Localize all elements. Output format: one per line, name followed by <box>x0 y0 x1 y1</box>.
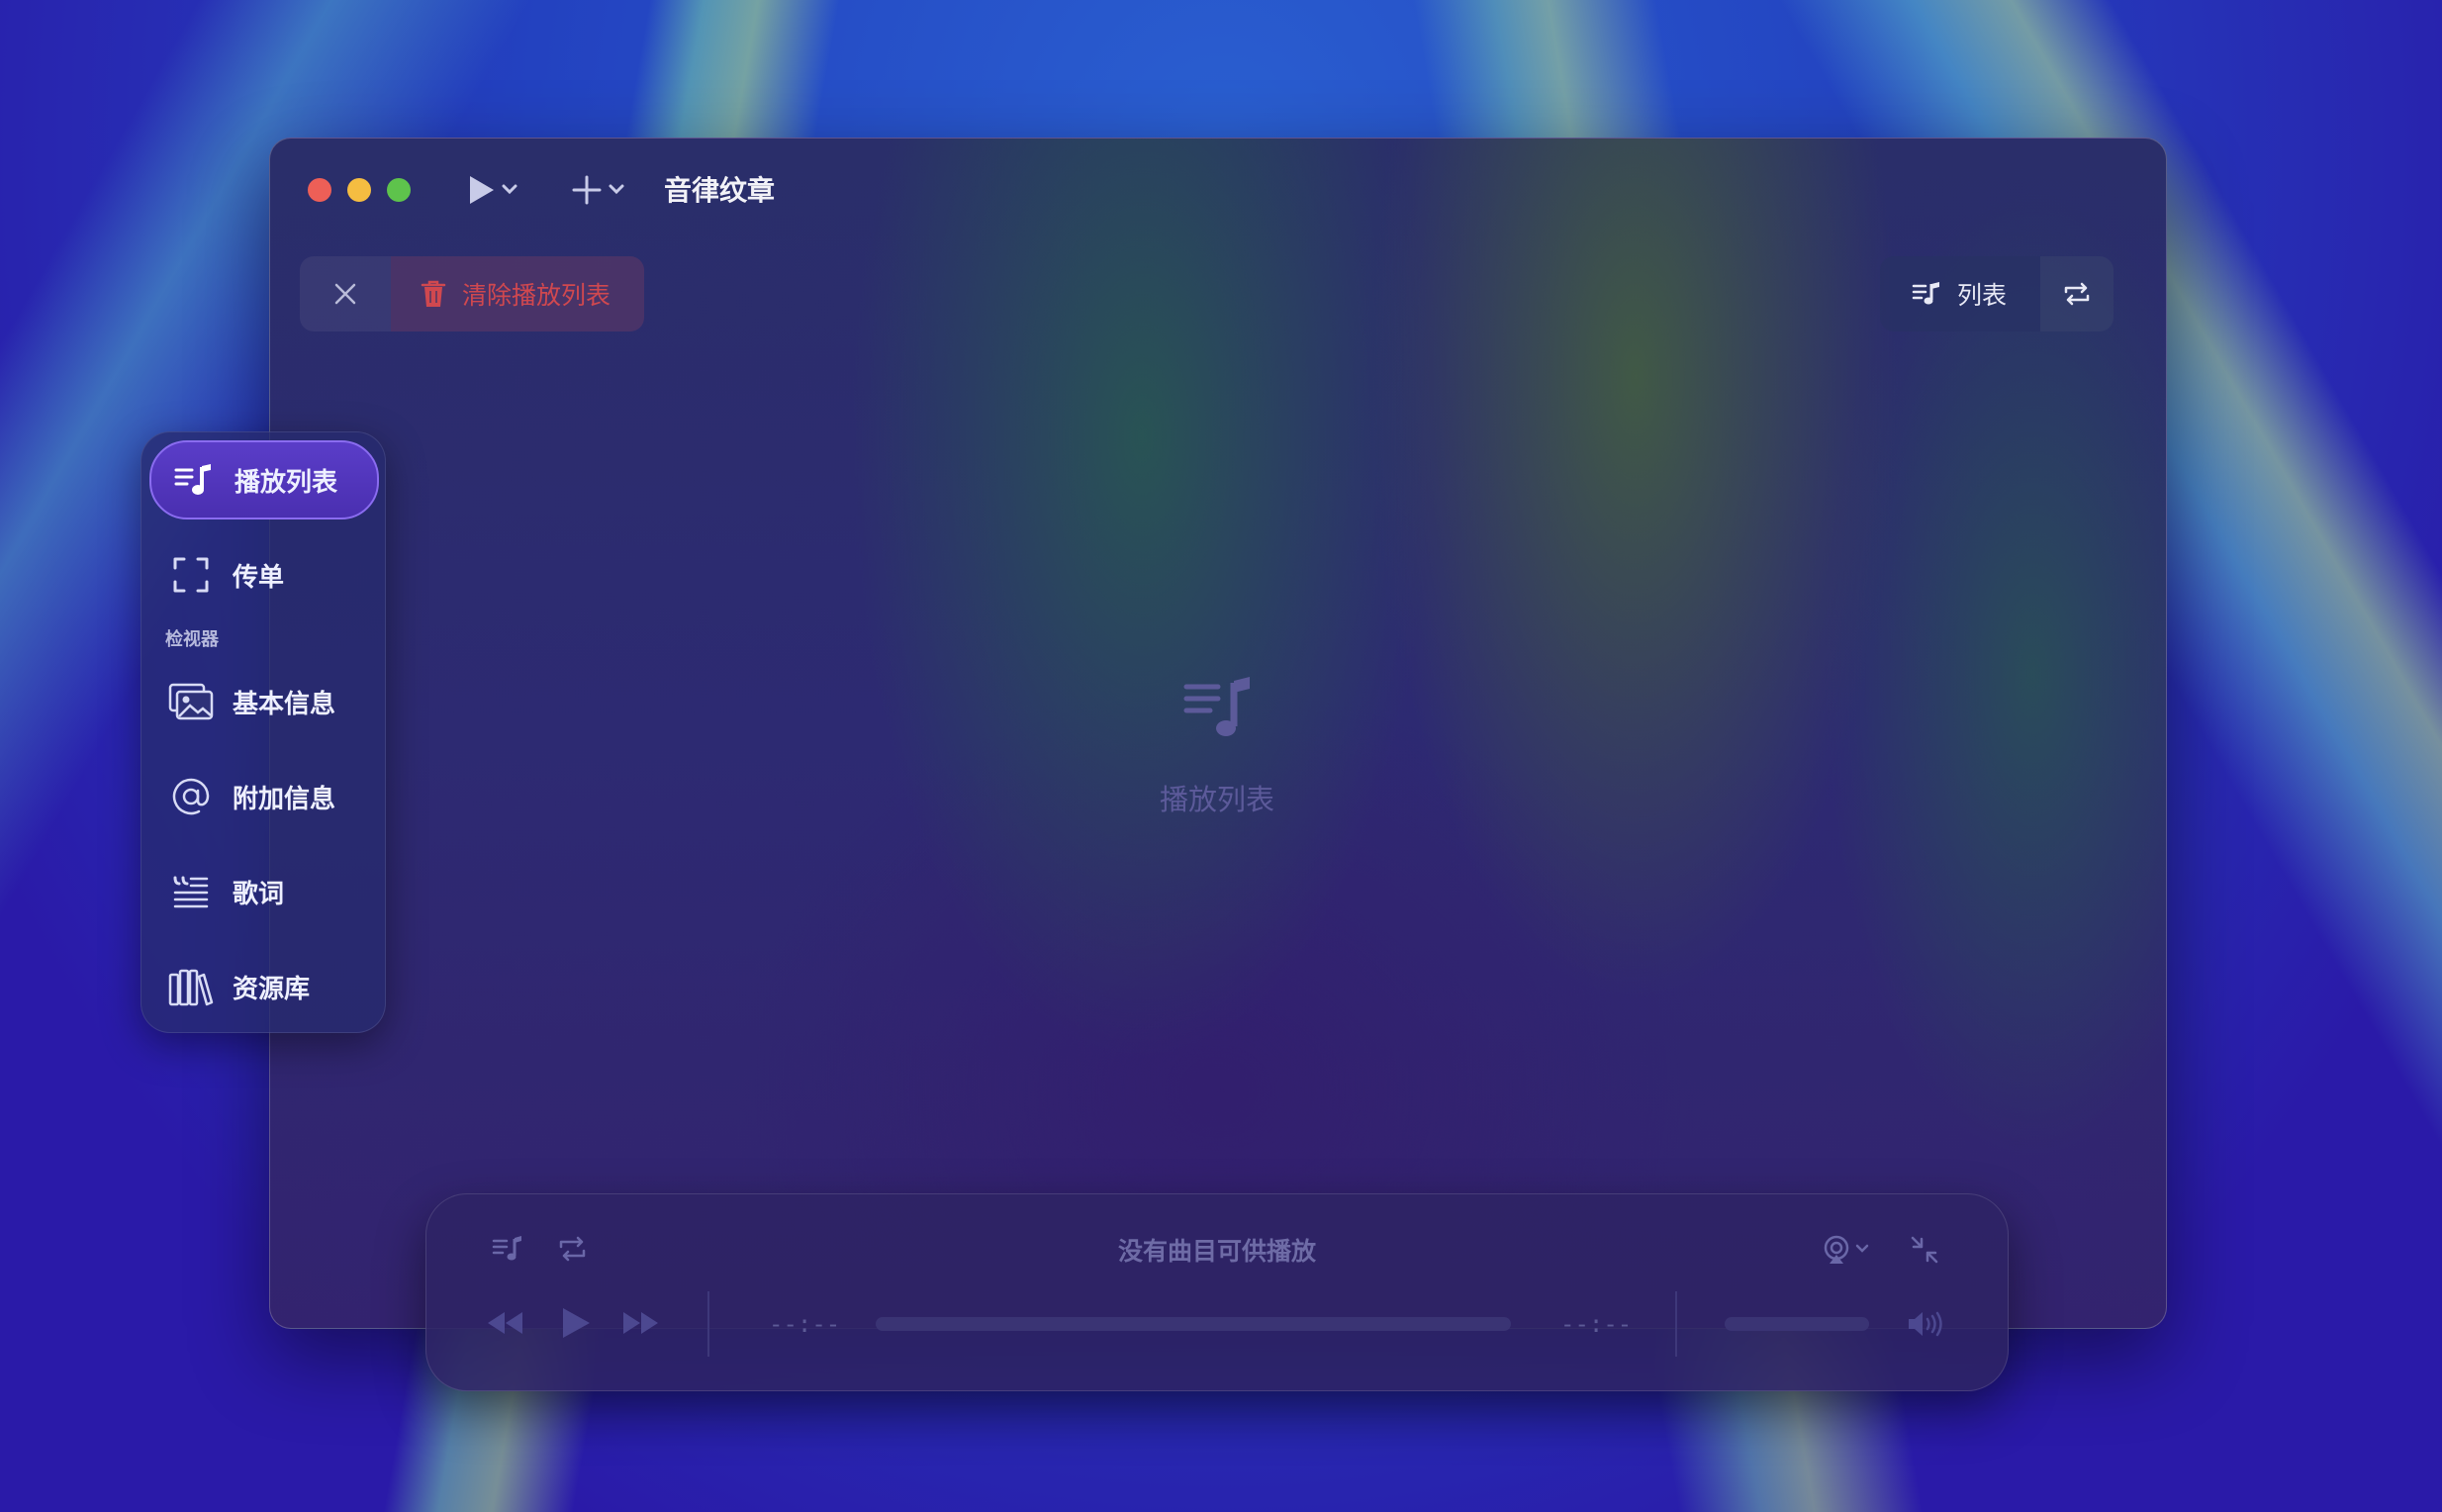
sidebar-item-basic-info[interactable]: 基本信息 <box>149 662 379 741</box>
playlist-icon <box>151 462 235 498</box>
zoom-window-button[interactable] <box>387 178 411 202</box>
clear-playlist-label: 清除播放列表 <box>462 281 611 310</box>
collapse-icon <box>1911 1236 1938 1264</box>
sidebar-item-extra-info[interactable]: 附加信息 <box>149 757 379 836</box>
sidebar-item-label: 附加信息 <box>233 784 336 814</box>
photos-icon <box>149 683 233 720</box>
progress-slider[interactable] <box>876 1317 1511 1331</box>
collapse-player-button[interactable] <box>1909 1234 1940 1270</box>
minimize-window-button[interactable] <box>347 178 371 202</box>
close-window-button[interactable] <box>308 178 331 202</box>
airplay-button[interactable] <box>1822 1234 1877 1270</box>
sidebar-item-label: 资源库 <box>233 974 311 1004</box>
sidebar-item-label: 基本信息 <box>233 689 336 719</box>
repeat-icon <box>2064 282 2090 306</box>
now-playing-status: 没有曲目可供播放 <box>1117 1237 1316 1266</box>
elapsed-time: --:-- <box>769 1310 841 1338</box>
sidebar-item-flyer[interactable]: 传单 <box>149 535 379 614</box>
fast-forward-button[interactable] <box>620 1309 660 1341</box>
sidebar-item-label: 播放列表 <box>235 467 338 498</box>
speaker-icon <box>1909 1311 1942 1337</box>
at-icon <box>149 777 233 816</box>
viewfinder-icon <box>149 556 233 594</box>
fast-forward-icon <box>623 1312 658 1334</box>
lyrics-icon <box>149 874 233 909</box>
playlist-edit-toolbar: 清除播放列表 <box>300 256 645 331</box>
divider <box>1675 1291 1677 1357</box>
divider <box>707 1291 709 1357</box>
close-button[interactable] <box>300 256 391 331</box>
repeat-button[interactable] <box>2040 256 2114 331</box>
inspector-section-header: 检视器 <box>165 629 219 650</box>
list-view-button[interactable]: 列表 <box>1880 256 2041 331</box>
view-mode-toolbar: 列表 <box>1880 256 2114 331</box>
list-view-label: 列表 <box>1957 281 2008 310</box>
mini-player: 没有曲目可供播放 --:-- --:-- <box>425 1193 2009 1391</box>
sidebar-item-label: 歌词 <box>233 879 285 909</box>
play-button[interactable] <box>559 1305 593 1345</box>
play-icon <box>563 1308 590 1338</box>
rewind-button[interactable] <box>486 1309 525 1341</box>
plus-icon <box>572 175 624 205</box>
play-menu-button[interactable] <box>464 172 527 212</box>
library-icon <box>149 967 233 1006</box>
playlist-icon <box>1912 282 1939 305</box>
add-menu-button[interactable] <box>571 172 634 212</box>
clear-playlist-button[interactable]: 清除播放列表 <box>391 256 645 331</box>
empty-playlist-icon <box>1182 673 1254 748</box>
sidebar-item-lyrics[interactable]: 歌词 <box>149 852 379 931</box>
volume-button[interactable] <box>1907 1309 1948 1343</box>
empty-playlist-label: 播放列表 <box>1160 783 1275 816</box>
sidebar-item-library[interactable]: 资源库 <box>149 947 379 1026</box>
sidebar: 播放列表 传单 检视器 基本信息 附加信息 歌词 资源库 <box>141 431 386 1033</box>
rewind-icon <box>488 1312 522 1334</box>
remaining-time: --:-- <box>1560 1310 1633 1338</box>
close-icon <box>334 283 356 305</box>
window-title: 音律纹章 <box>664 174 776 207</box>
volume-slider[interactable] <box>1725 1317 1869 1331</box>
app-window: 音律纹章 清除播放列表 列表 播放列表 <box>269 138 2167 1329</box>
play-icon <box>470 176 517 204</box>
sidebar-item-label: 传单 <box>233 562 285 593</box>
airplay-audio-icon <box>1824 1235 1869 1264</box>
sidebar-item-playlist[interactable]: 播放列表 <box>149 440 379 520</box>
trash-icon <box>421 280 446 307</box>
